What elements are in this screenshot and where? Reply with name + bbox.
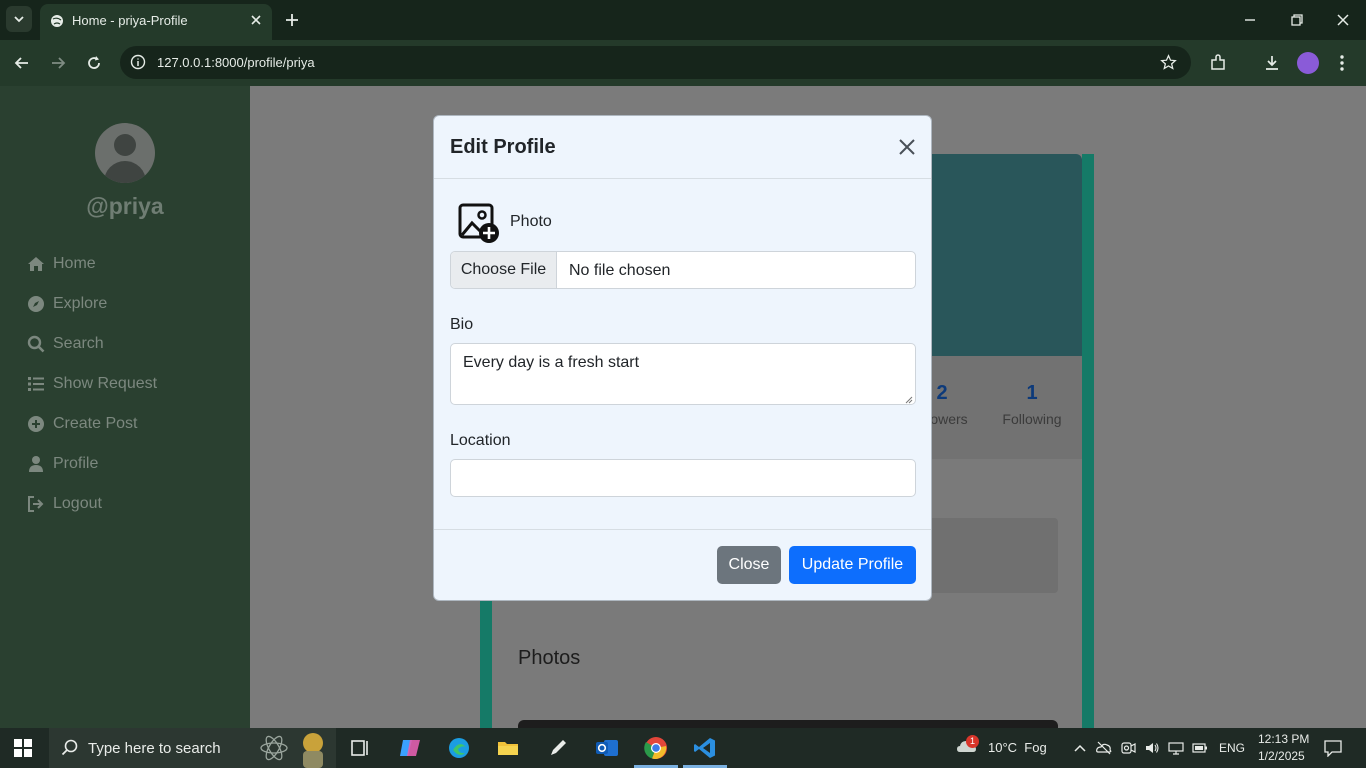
url-text: 127.0.0.1:8000/profile/priya <box>157 55 315 70</box>
taskbar-search-box[interactable]: Type here to search <box>49 728 336 768</box>
restore-icon[interactable] <box>1287 10 1307 30</box>
close-icon[interactable] <box>896 136 918 158</box>
sidebar-item-show-request[interactable]: Show Request <box>27 372 157 396</box>
weather-badge: 1 <box>966 735 979 748</box>
language-indicator[interactable]: ENG <box>1219 741 1245 755</box>
camera-icon[interactable] <box>1120 740 1136 756</box>
sidebar-item-profile[interactable]: Profile <box>27 452 98 476</box>
sidebar-item-search[interactable]: Search <box>27 332 104 356</box>
close-tab-icon[interactable] <box>248 12 264 28</box>
weather-text[interactable]: 10°C Fog <box>988 740 1047 755</box>
search-icon <box>61 739 78 756</box>
network-icon[interactable] <box>1168 740 1184 756</box>
sidebar-item-label: Explore <box>53 295 108 312</box>
clock-date[interactable]: 1/2/2025 <box>1258 749 1305 763</box>
sidebar: @priya Home Explore Search Show Request … <box>0 86 250 728</box>
taskbar: Type here to search 1 10°C Fog ENG 12:13… <box>0 728 1366 768</box>
person-icon <box>29 456 43 472</box>
location-label: Location <box>450 432 511 449</box>
clock-time[interactable]: 12:13 PM <box>1258 732 1309 746</box>
plus-circle-icon <box>28 416 44 432</box>
sidebar-item-logout[interactable]: Logout <box>27 492 102 516</box>
sidebar-item-label: Logout <box>53 495 102 512</box>
sidebar-item-label: Show Request <box>53 375 158 392</box>
sidebar-item-label: Home <box>53 255 96 272</box>
atom-icon <box>260 735 288 761</box>
profile-avatar-icon[interactable] <box>1297 52 1319 74</box>
list-icon <box>28 377 44 391</box>
location-input[interactable] <box>450 459 916 497</box>
sidebar-item-label: Profile <box>53 455 99 472</box>
file-status-text: No file chosen <box>569 262 671 279</box>
copilot-icon[interactable] <box>398 736 422 760</box>
add-photo-icon <box>458 203 499 243</box>
search-icon <box>27 335 45 353</box>
address-bar[interactable]: 127.0.0.1:8000/profile/priya <box>120 46 1191 79</box>
download-icon[interactable] <box>1262 53 1282 73</box>
sidebar-item-create-post[interactable]: Create Post <box>27 412 137 436</box>
compass-icon <box>28 296 44 312</box>
chevron-down-icon <box>14 16 24 23</box>
volume-icon[interactable] <box>1144 740 1160 756</box>
resize-grip-icon[interactable] <box>904 395 913 404</box>
search-highlight-icon <box>303 733 323 768</box>
reload-icon[interactable] <box>84 53 104 73</box>
modal-title: Edit Profile <box>450 136 556 158</box>
back-arrow-icon[interactable] <box>12 53 32 73</box>
tab-title: Home - priya-Profile <box>72 13 188 28</box>
vscode-icon[interactable] <box>693 736 717 760</box>
menu-kebab-icon[interactable] <box>1332 53 1352 73</box>
avatar <box>95 123 155 183</box>
sidebar-item-home[interactable]: Home <box>27 252 96 276</box>
bookmark-star-icon[interactable] <box>1160 54 1177 71</box>
update-profile-button[interactable]: Update Profile <box>789 546 916 584</box>
site-info-icon[interactable] <box>130 54 146 70</box>
bio-label: Bio <box>450 316 474 333</box>
browser-tab-active[interactable]: Home - priya-Profile <box>40 4 272 40</box>
extensions-icon[interactable] <box>1208 53 1228 73</box>
chrome-icon[interactable] <box>644 736 668 760</box>
task-view-icon[interactable] <box>348 736 372 760</box>
following-stat[interactable]: 1 Following <box>992 382 1072 427</box>
tab-search-button[interactable] <box>6 6 32 32</box>
modal-header: Edit Profile <box>434 116 931 179</box>
chevron-up-icon[interactable] <box>1072 740 1088 756</box>
new-tab-icon[interactable] <box>282 10 302 30</box>
pen-tool-icon[interactable] <box>546 736 570 760</box>
edit-profile-modal: Edit Profile Photo Choose File No file c… <box>433 115 932 601</box>
file-explorer-icon[interactable] <box>496 736 520 760</box>
globe-icon <box>51 15 63 27</box>
close-window-icon[interactable] <box>1333 10 1353 30</box>
house-icon <box>28 257 44 271</box>
edge-icon[interactable] <box>447 736 471 760</box>
bio-textarea[interactable]: Every day is a fresh start <box>450 343 916 405</box>
sidebar-item-explore[interactable]: Explore <box>27 292 107 316</box>
photo-file-input[interactable]: Choose File No file chosen <box>450 251 916 289</box>
minimize-icon[interactable] <box>1240 10 1260 30</box>
photo-label: Photo <box>510 213 552 230</box>
close-button[interactable]: Close <box>717 546 781 584</box>
forward-arrow-icon[interactable] <box>48 53 68 73</box>
onedrive-offline-icon[interactable] <box>1096 740 1112 756</box>
sidebar-username: @priya <box>86 193 164 219</box>
following-count: 1 <box>1026 382 1038 404</box>
sidebar-item-label: Search <box>53 335 104 352</box>
logout-icon <box>28 496 44 512</box>
browser-tab-bar: Home - priya-Profile <box>0 0 1366 40</box>
photos-heading: Photos <box>518 647 581 669</box>
notification-icon[interactable] <box>1324 739 1342 757</box>
taskbar-search-placeholder: Type here to search <box>88 740 221 757</box>
outlook-icon[interactable] <box>595 736 619 760</box>
battery-icon[interactable] <box>1192 740 1208 756</box>
browser-toolbar: 127.0.0.1:8000/profile/priya <box>0 40 1366 86</box>
modal-footer: Close Update Profile <box>434 529 931 600</box>
windows-start-icon[interactable] <box>14 739 32 757</box>
photo-thumbnails[interactable] <box>518 720 1058 728</box>
sidebar-item-label: Create Post <box>53 415 138 432</box>
choose-file-button[interactable]: Choose File <box>451 252 557 288</box>
following-label: Following <box>1002 411 1062 427</box>
